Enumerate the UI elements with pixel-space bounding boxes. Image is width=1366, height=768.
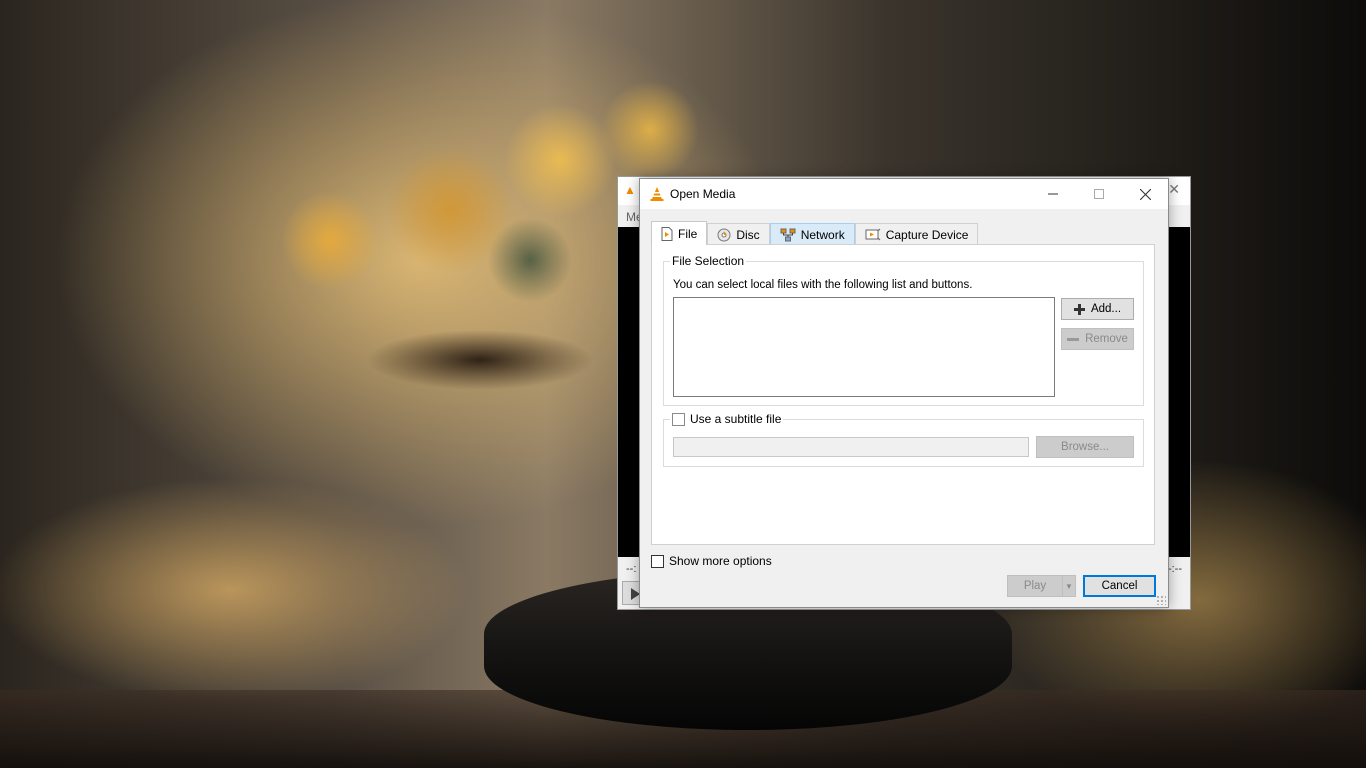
file-selection-group: File Selection You can select local file… — [663, 254, 1144, 406]
resize-grip[interactable] — [1156, 595, 1166, 605]
browse-button-label: Browse... — [1061, 441, 1109, 453]
file-list[interactable] — [673, 297, 1055, 397]
minimize-icon — [1048, 193, 1058, 195]
vlc-cone-icon — [650, 187, 664, 201]
vlc-cone-icon: ▲ — [624, 183, 636, 197]
add-button-label: Add... — [1090, 303, 1122, 315]
elapsed-time: --: — [626, 563, 637, 575]
use-subtitle-label[interactable]: Use a subtitle file — [690, 412, 781, 426]
close-icon[interactable]: ✕ — [1168, 181, 1180, 198]
file-icon — [661, 226, 673, 241]
file-selection-legend: File Selection — [670, 254, 747, 268]
close-button[interactable] — [1122, 179, 1168, 209]
subtitle-group: Use a subtitle file Browse... — [663, 412, 1144, 467]
tab-capture-device[interactable]: Capture Device — [854, 223, 979, 245]
play-button-group: Play ▼ — [1007, 575, 1076, 597]
tab-capture-device-label: Capture Device — [885, 227, 969, 242]
cancel-button-label: Cancel — [1101, 580, 1138, 592]
tab-disc[interactable]: Disc — [707, 223, 770, 245]
show-more-options-label[interactable]: Show more options — [669, 554, 772, 568]
bonsai-trunk — [330, 310, 630, 420]
remove-button[interactable]: Remove — [1061, 328, 1134, 350]
play-button[interactable]: Play — [1007, 575, 1063, 597]
file-selection-legend-text: File Selection — [672, 254, 745, 268]
remove-button-label: Remove — [1085, 333, 1128, 345]
file-tab-panel: File Selection You can select local file… — [651, 244, 1155, 545]
tab-network[interactable]: Network — [769, 223, 855, 245]
tab-disc-label: Disc — [736, 227, 760, 242]
use-subtitle-checkbox[interactable] — [672, 412, 685, 426]
network-icon — [780, 228, 796, 241]
cancel-button[interactable]: Cancel — [1083, 575, 1156, 597]
tab-bar: File Disc Network Capture Device — [651, 221, 979, 245]
tab-network-label: Network — [800, 227, 845, 242]
add-button[interactable]: Add... — [1061, 298, 1134, 320]
play-button-label: Play — [1023, 580, 1047, 592]
chevron-down-icon: ▼ — [1065, 581, 1073, 591]
show-more-options-checkbox[interactable] — [651, 554, 664, 568]
subtitle-path-input[interactable] — [673, 437, 1029, 457]
maximize-button[interactable] — [1076, 179, 1122, 209]
minus-icon — [1067, 337, 1080, 341]
play-dropdown-button[interactable]: ▼ — [1063, 575, 1076, 597]
show-more-options[interactable]: Show more options — [651, 554, 772, 568]
plus-icon — [1073, 303, 1085, 315]
file-selection-hint: You can select local files with the foll… — [673, 279, 973, 291]
close-icon — [1139, 188, 1151, 200]
minimize-button[interactable] — [1030, 179, 1076, 209]
maximize-icon — [1094, 189, 1104, 199]
dialog-title: Open Media — [670, 187, 736, 201]
tab-file-label: File — [678, 226, 698, 241]
subtitle-legend: Use a subtitle file — [670, 412, 784, 426]
dialog-titlebar: Open Media — [640, 179, 1168, 209]
browse-button[interactable]: Browse... — [1036, 436, 1134, 458]
capture-device-icon — [865, 228, 881, 240]
tab-file[interactable]: File — [651, 221, 708, 245]
disc-icon — [717, 228, 731, 241]
open-media-dialog: Open Media File Disc Network Capture Dev… — [639, 178, 1169, 608]
